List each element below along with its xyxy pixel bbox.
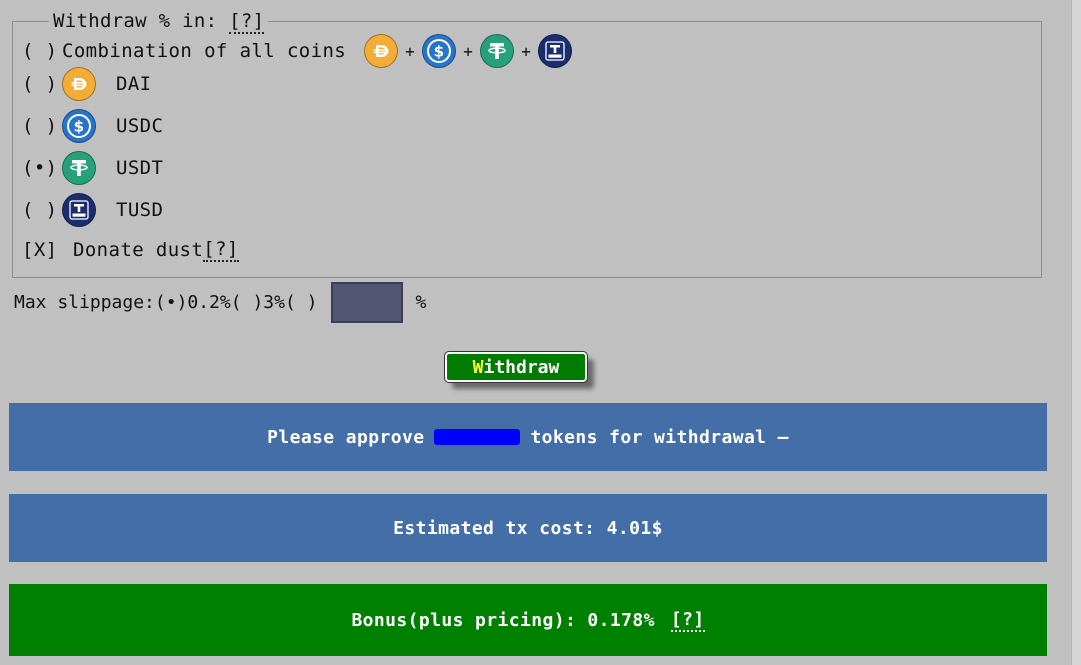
withdraw-help-link[interactable]: [?] [229, 10, 265, 34]
redacted-amount [434, 429, 521, 445]
bonus-text: Bonus(plus pricing): 0.178% [351, 609, 655, 631]
slippage-label: Max slippage: [14, 292, 155, 313]
slippage-value-0.2: 0.2% [187, 292, 231, 313]
radio-dai[interactable]: ( ) [22, 73, 62, 95]
estimated-cost-banner: Estimated tx cost: 4.01$ [9, 494, 1047, 562]
option-tusd-label: TUSD [116, 199, 164, 221]
plus-sign: + [405, 41, 416, 61]
custom-slippage-input[interactable] [331, 282, 404, 323]
donate-dust-checkbox[interactable]: [X] [22, 239, 62, 261]
option-combination-label: Combination of all coins [62, 40, 347, 62]
usdt-coin-icon [62, 151, 96, 185]
option-usdc[interactable]: ( ) $ USDC [22, 109, 163, 143]
tusd-coin-icon [62, 193, 96, 227]
radio-tusd[interactable]: ( ) [22, 199, 62, 221]
option-tusd[interactable]: ( ) TUSD [22, 193, 163, 227]
option-dai[interactable]: ( ) DAI [22, 67, 152, 101]
slippage-unit: % [415, 292, 427, 313]
withdraw-legend-text: Withdraw % in: [53, 10, 230, 32]
usdc-coin-icon: $ [422, 34, 457, 68]
usdt-coin-icon [480, 34, 515, 68]
donate-help-link[interactable]: [?] [203, 238, 239, 262]
svg-text:$: $ [74, 118, 85, 136]
withdraw-button[interactable]: Withdraw [444, 351, 588, 383]
tusd-coin-icon [538, 34, 573, 68]
donate-dust-label: Donate dust [73, 239, 204, 261]
approve-text-suffix: tokens for withdrawal – [530, 426, 789, 448]
plus-sign: + [463, 41, 474, 61]
withdraw-hotkey: W [472, 356, 484, 378]
radio-usdt[interactable]: (•) [22, 157, 62, 179]
donate-dust-row[interactable]: [X] Donate dust [?] [22, 238, 239, 262]
option-combination[interactable]: ( ) Combination of all coins + $ + + [22, 34, 573, 68]
radio-combination[interactable]: ( ) [22, 40, 62, 62]
estimated-cost-text: Estimated tx cost: 4.01$ [393, 517, 663, 539]
withdraw-legend: Withdraw % in: [?] [49, 10, 268, 34]
plus-sign: + [521, 41, 532, 61]
scrollbar[interactable] [1071, 0, 1081, 665]
dai-coin-icon [364, 34, 399, 68]
option-dai-label: DAI [116, 73, 152, 95]
slippage-radio-3[interactable]: ( ) [231, 292, 264, 313]
option-usdc-label: USDC [116, 115, 164, 137]
approve-banner: Please approve tokens for withdrawal – [9, 403, 1047, 471]
approve-text-prefix: Please approve [267, 426, 425, 448]
bonus-banner: Bonus(plus pricing): 0.178% [?] [9, 584, 1047, 656]
option-usdt[interactable]: (•) USDT [22, 151, 163, 185]
slippage-radio-0.2[interactable]: (•) [155, 292, 188, 313]
withdraw-button-label: ithdraw [483, 356, 560, 378]
radio-usdc[interactable]: ( ) [22, 115, 62, 137]
dai-coin-icon [62, 67, 96, 101]
usdc-coin-icon: $ [62, 109, 96, 143]
option-usdt-label: USDT [116, 157, 164, 179]
slippage-radio-custom[interactable]: ( ) [285, 292, 318, 313]
slippage-value-3: 3% [263, 292, 285, 313]
bonus-help-link[interactable]: [?] [670, 609, 705, 632]
svg-text:$: $ [434, 43, 445, 61]
slippage-row: Max slippage: (•) 0.2% ( ) 3% ( ) % [14, 282, 426, 323]
